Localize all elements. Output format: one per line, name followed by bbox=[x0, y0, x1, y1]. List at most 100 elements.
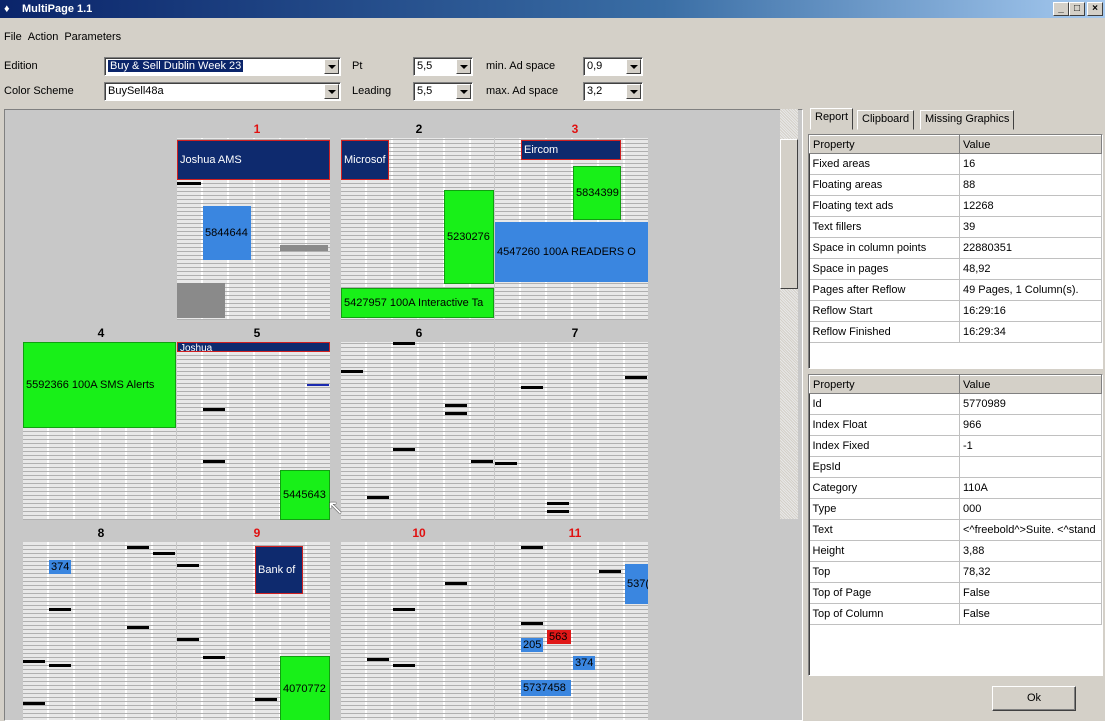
ad-block[interactable]: Joshua bbox=[177, 342, 330, 352]
text-bar bbox=[203, 408, 225, 411]
page-thumbnail[interactable]: Eircom 5834399 4547260 100A READERS O bbox=[495, 138, 648, 320]
page-thumbnail[interactable]: 5592366 100A SMS Alerts bbox=[23, 342, 176, 520]
ad-block[interactable]: 5427957 100A Interactive Ta bbox=[341, 288, 494, 318]
value-cell: 78,32 bbox=[959, 561, 1102, 583]
table-row[interactable]: Top 78,32 bbox=[809, 561, 1102, 583]
table-row[interactable]: Id 5770989 bbox=[809, 393, 1102, 415]
page-thumbnail[interactable]: Joshua 5445643 bbox=[177, 342, 330, 520]
page-thumbnail[interactable]: Joshua AMS 5844644 bbox=[177, 138, 330, 320]
close-button[interactable]: × bbox=[1087, 2, 1103, 16]
table-row[interactable]: Top of Column False bbox=[809, 603, 1102, 625]
report-grid[interactable]: Property Value Fixed areas 16 Floating ar… bbox=[808, 134, 1103, 369]
ad-block[interactable]: 563 bbox=[547, 630, 571, 644]
value-cell: False bbox=[959, 603, 1102, 625]
ad-block[interactable] bbox=[177, 283, 225, 318]
page-thumbnail[interactable] bbox=[341, 542, 494, 720]
table-row[interactable]: Index Fixed -1 bbox=[809, 435, 1102, 457]
page-thumbnail[interactable]: Microsof 5230276 5427957 100A Interactiv… bbox=[341, 138, 494, 320]
chevron-down-icon[interactable] bbox=[626, 59, 641, 74]
table-row[interactable]: Type 000 bbox=[809, 498, 1102, 520]
menu-parameters[interactable]: Parameters bbox=[64, 31, 121, 47]
pt-select[interactable]: 5,5 bbox=[413, 57, 473, 76]
table-row[interactable]: Top of Page False bbox=[809, 582, 1102, 604]
ad-block[interactable]: 5445643 bbox=[280, 470, 330, 520]
table-row[interactable]: Text fillers 39 bbox=[809, 216, 1102, 238]
color-scheme-select[interactable]: BuySell48a bbox=[104, 82, 341, 101]
menu-action[interactable]: Action bbox=[28, 31, 59, 47]
menu-file[interactable]: File bbox=[4, 31, 22, 47]
ad-block[interactable]: 374 bbox=[573, 656, 595, 670]
table-row[interactable]: Index Float 966 bbox=[809, 414, 1102, 436]
ok-button[interactable]: Ok bbox=[992, 686, 1076, 711]
page-number: 10 bbox=[412, 526, 426, 540]
menu-bar: File Action Parameters bbox=[0, 31, 127, 47]
table-row[interactable]: Reflow Start 16:29:16 bbox=[809, 300, 1102, 322]
column-header[interactable]: Value bbox=[959, 135, 1102, 154]
table-row[interactable]: Reflow Finished 16:29:34 bbox=[809, 321, 1102, 343]
ad-block[interactable]: 205 bbox=[521, 638, 543, 652]
text-bar bbox=[127, 626, 149, 629]
page-thumbnail[interactable]: 537( 205 563 374 5737458 bbox=[495, 542, 648, 720]
scrollbar-thumb[interactable] bbox=[780, 139, 798, 289]
text-bar bbox=[177, 182, 201, 185]
table-row[interactable]: Pages after Reflow 49 Pages, 1 Column(s). bbox=[809, 279, 1102, 301]
column-header[interactable]: Property bbox=[809, 135, 960, 154]
tab-report[interactable]: Report bbox=[810, 108, 854, 130]
ad-block[interactable]: 5834399 bbox=[573, 166, 621, 220]
value-cell: 110A bbox=[959, 477, 1102, 499]
page-thumbnail[interactable]: Bank of 4070772 bbox=[177, 542, 330, 720]
ad-block[interactable]: Joshua AMS bbox=[177, 140, 330, 180]
page-number: 9 bbox=[253, 526, 261, 540]
value-cell: 48,92 bbox=[959, 258, 1102, 280]
table-row[interactable]: Fixed areas 16 bbox=[809, 153, 1102, 175]
table-row[interactable]: EpsId bbox=[809, 456, 1102, 478]
value-cell: 000 bbox=[959, 498, 1102, 520]
table-row[interactable]: Space in column points 22880351 bbox=[809, 237, 1102, 259]
chevron-down-icon[interactable] bbox=[456, 59, 471, 74]
vertical-scrollbar[interactable] bbox=[780, 109, 798, 519]
details-grid[interactable]: Property Value Id 5770989 Index Float 966 … bbox=[808, 374, 1103, 676]
page-thumbnail[interactable] bbox=[495, 342, 648, 520]
chevron-down-icon[interactable] bbox=[456, 84, 471, 99]
ad-block[interactable]: Eircom bbox=[521, 140, 621, 160]
ad-block[interactable]: 374 bbox=[49, 560, 71, 574]
tab-clipboard[interactable]: Clipboard bbox=[857, 110, 915, 130]
value-cell: 12268 bbox=[959, 195, 1102, 217]
ad-block[interactable]: Bank of bbox=[255, 546, 303, 594]
ad-block[interactable]: 5844644 bbox=[203, 206, 251, 260]
page-thumbnail[interactable]: 374 bbox=[23, 542, 176, 720]
max-ad-space-label: max. Ad space bbox=[486, 85, 559, 97]
value-cell: 16:29:34 bbox=[959, 321, 1102, 343]
table-row[interactable]: Height 3,88 bbox=[809, 540, 1102, 562]
max-ad-space-select[interactable]: 3,2 bbox=[583, 82, 643, 101]
ad-block[interactable]: 537( bbox=[625, 564, 648, 604]
chevron-down-icon[interactable] bbox=[626, 84, 641, 99]
column-header[interactable]: Property bbox=[809, 375, 960, 394]
page-layout-area[interactable]: 1 2 3 Joshua AMS 5844644 Microsof 523027… bbox=[4, 109, 803, 721]
edition-select[interactable]: Buy & Sell Dublin Week 23 bbox=[104, 57, 341, 76]
ad-block[interactable]: 4070772 bbox=[280, 656, 330, 720]
value-cell: 966 bbox=[959, 414, 1102, 436]
chevron-down-icon[interactable] bbox=[324, 84, 339, 99]
ad-block[interactable] bbox=[280, 245, 328, 251]
leading-select[interactable]: 5,5 bbox=[413, 82, 473, 101]
ad-block[interactable]: 5230276 bbox=[444, 190, 494, 284]
ad-block[interactable]: Microsof bbox=[341, 140, 389, 180]
ad-block[interactable]: 5592366 100A SMS Alerts bbox=[23, 342, 176, 428]
ad-block[interactable]: 5737458 bbox=[521, 680, 571, 696]
text-bar bbox=[153, 552, 175, 555]
chevron-down-icon[interactable] bbox=[324, 59, 339, 74]
table-row[interactable]: Floating text ads 12268 bbox=[809, 195, 1102, 217]
minimize-button[interactable]: _ bbox=[1053, 2, 1069, 16]
ad-block[interactable]: 4547260 100A READERS O bbox=[495, 222, 648, 282]
table-row[interactable]: Floating areas 88 bbox=[809, 174, 1102, 196]
text-bar bbox=[521, 546, 543, 549]
column-header[interactable]: Value bbox=[959, 375, 1102, 394]
tab-missing-graphics[interactable]: Missing Graphics bbox=[920, 110, 1015, 130]
page-thumbnail[interactable] bbox=[341, 342, 494, 520]
table-row[interactable]: Text <^freebold^>Suite. <^stand bbox=[809, 519, 1102, 541]
min-ad-space-select[interactable]: 0,9 bbox=[583, 57, 643, 76]
table-row[interactable]: Category 110A bbox=[809, 477, 1102, 499]
table-row[interactable]: Space in pages 48,92 bbox=[809, 258, 1102, 280]
maximize-button[interactable]: □ bbox=[1069, 2, 1085, 16]
